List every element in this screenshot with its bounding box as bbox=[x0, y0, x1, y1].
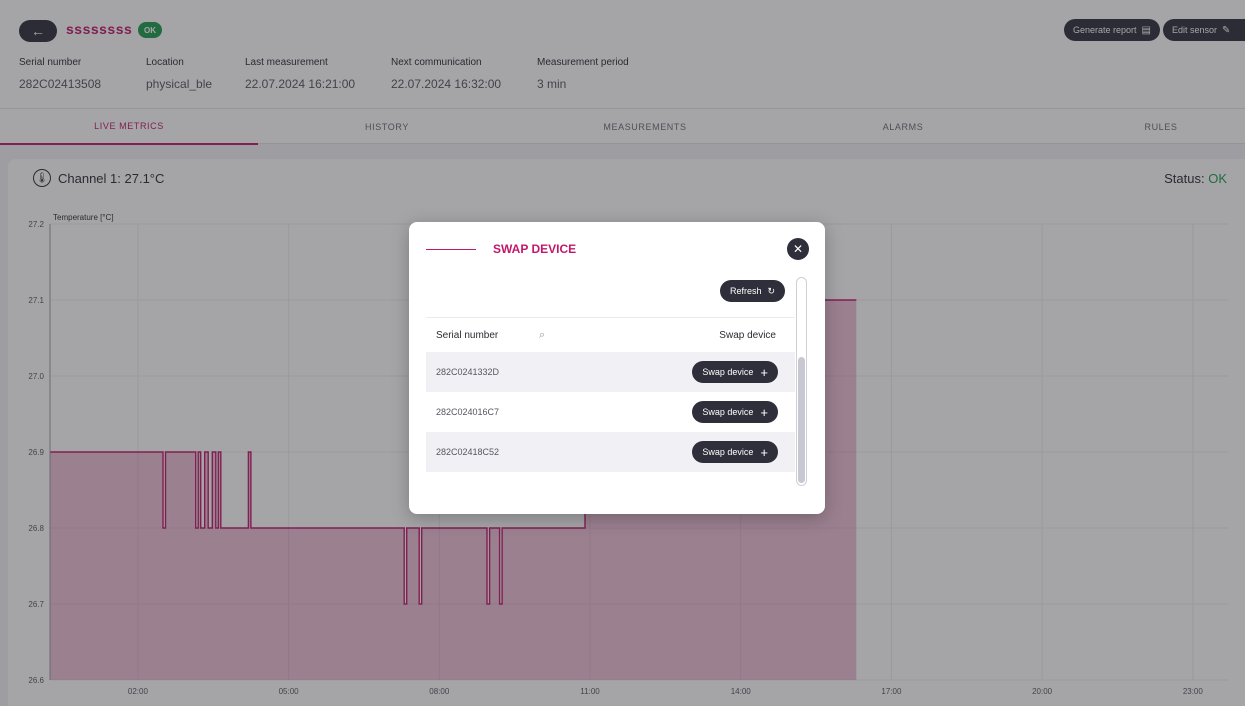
swap-device-button[interactable]: Swap device + bbox=[692, 441, 778, 463]
table-row: 282C0241332D Swap device + bbox=[426, 352, 795, 392]
swap-label: Swap device bbox=[702, 367, 754, 377]
title-accent-line bbox=[426, 249, 476, 250]
swap-device-button[interactable]: Swap device + bbox=[692, 361, 778, 383]
search-icon[interactable]: ⌕ bbox=[539, 329, 545, 342]
swap-device-button[interactable]: Swap device + bbox=[692, 401, 778, 423]
serial-cell: 282C0241332D bbox=[436, 367, 500, 377]
col-serial-number: Serial number bbox=[436, 329, 499, 341]
refresh-label: Refresh bbox=[730, 286, 762, 296]
modal-scrollbar[interactable] bbox=[796, 277, 807, 486]
close-icon: ✕ bbox=[792, 242, 804, 256]
swap-label: Swap device bbox=[702, 447, 754, 457]
table-row: 282C024016C7 Swap device + bbox=[426, 392, 795, 432]
refresh-button[interactable]: Refresh ↻ bbox=[720, 280, 786, 302]
refresh-icon: ↻ bbox=[767, 285, 776, 296]
serial-cell: 282C024016C7 bbox=[436, 407, 500, 417]
device-table: Serial number ⌕ Swap device 282C0241332D… bbox=[426, 317, 795, 484]
table-header: Serial number ⌕ Swap device bbox=[426, 317, 795, 352]
swap-label: Swap device bbox=[702, 407, 754, 417]
scrollbar-thumb[interactable] bbox=[798, 357, 805, 483]
plus-icon: + bbox=[760, 404, 768, 420]
swap-device-modal: SWAP DEVICE ✕ Refresh ↻ Serial number ⌕ … bbox=[409, 222, 825, 514]
plus-icon: + bbox=[760, 364, 768, 380]
serial-cell: 282C02418C52 bbox=[436, 447, 500, 457]
table-row: 282C02418C52 Swap device + bbox=[426, 432, 795, 472]
table-row bbox=[426, 472, 795, 484]
plus-icon: + bbox=[760, 444, 768, 460]
modal-title: SWAP DEVICE bbox=[493, 242, 577, 256]
close-button[interactable]: ✕ bbox=[787, 238, 809, 260]
col-swap-device: Swap device bbox=[719, 329, 776, 341]
